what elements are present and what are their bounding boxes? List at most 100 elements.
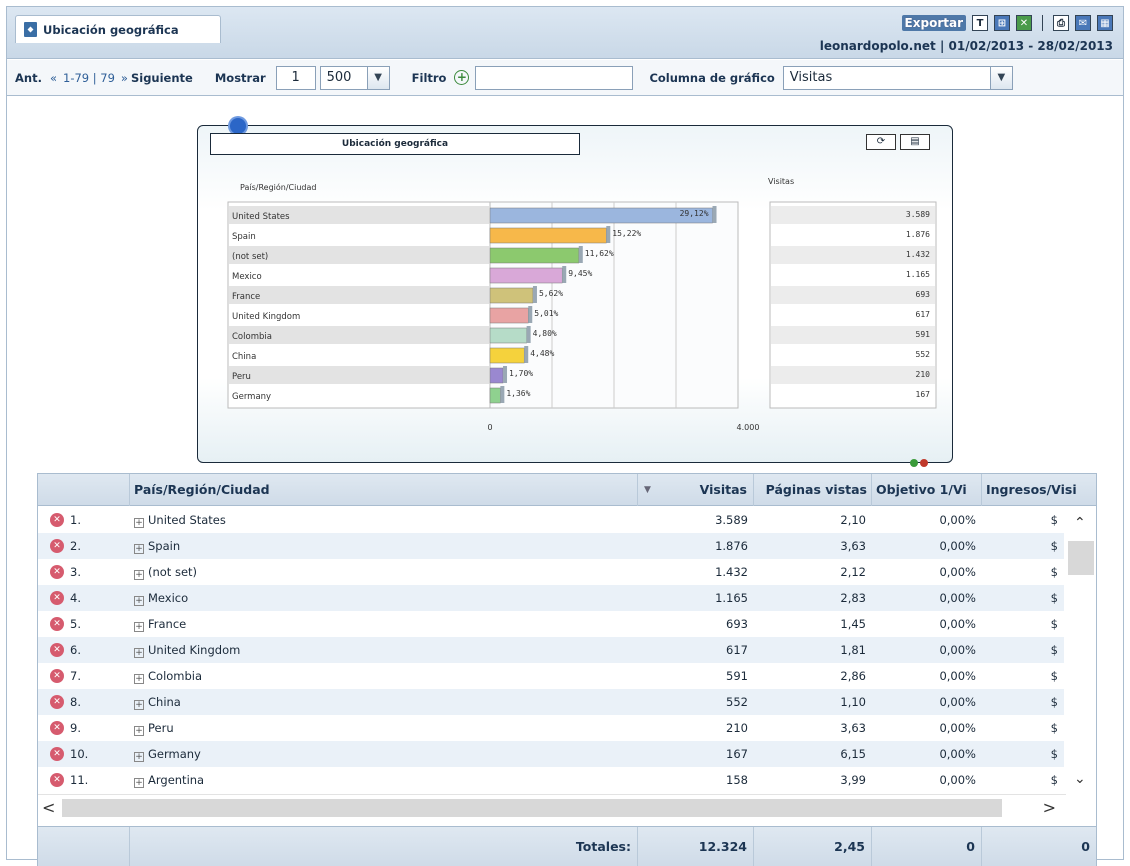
row-revenue: $: [1050, 643, 1058, 657]
bar: [489, 347, 525, 364]
remove-row-icon[interactable]: ✕: [50, 695, 64, 709]
expand-icon[interactable]: +: [134, 622, 144, 632]
value-band: [771, 326, 935, 344]
expand-icon[interactable]: +: [134, 596, 144, 606]
table-row[interactable]: ✕ 6. + United Kingdom 617 1,81 0,00% $: [38, 637, 1064, 663]
table-row[interactable]: ✕ 11. + Argentina 158 3,99 0,00% $: [38, 767, 1064, 793]
header-revenue[interactable]: Ingresos/Visi: [982, 474, 1096, 506]
print-icon[interactable]: ⎙: [1053, 15, 1069, 31]
row-pageviews: 3,99: [840, 773, 866, 787]
table-row[interactable]: ✕ 9. + Peru 210 3,63 0,00% $: [38, 715, 1064, 741]
row-index: 4.: [70, 591, 81, 605]
add-filter-icon[interactable]: +: [454, 70, 470, 85]
expand-icon[interactable]: +: [134, 752, 144, 762]
row-revenue: $: [1050, 773, 1058, 787]
table-body: ✕ 1. + United States 3.589 2,10 0,00% $ ✕ 2. + Spai…: [38, 507, 1064, 793]
scroll-left-icon[interactable]: <: [42, 798, 55, 817]
category-label: Spain: [232, 232, 256, 242]
table-row[interactable]: ✕ 5. + France 693 1,45 0,00% $: [38, 611, 1064, 637]
export-csv-icon[interactable]: ⊞: [994, 15, 1010, 31]
remove-row-icon[interactable]: ✕: [50, 513, 64, 527]
remove-row-icon[interactable]: ✕: [50, 669, 64, 683]
remove-row-icon[interactable]: ✕: [50, 539, 64, 553]
next-button[interactable]: Siguiente: [131, 71, 193, 85]
expand-icon[interactable]: +: [134, 518, 144, 528]
table-row[interactable]: ✕ 4. + Mexico 1.165 2,83 0,00% $: [38, 585, 1064, 611]
table-row[interactable]: ✕ 1. + United States 3.589 2,10 0,00% $: [38, 507, 1064, 533]
header-pageviews[interactable]: Páginas vistas: [754, 474, 872, 506]
prev-arrows[interactable]: «: [50, 71, 57, 85]
chart-column-select[interactable]: Visitas: [782, 65, 991, 90]
remove-row-icon[interactable]: ✕: [50, 773, 64, 787]
row-country[interactable]: + Colombia: [134, 663, 634, 689]
filter-input[interactable]: [475, 65, 634, 90]
row-country[interactable]: + Mexico: [134, 585, 634, 611]
percent-label: 29,12%: [680, 209, 709, 218]
row-country[interactable]: + (not set): [134, 559, 634, 585]
row-pageviews: 3,63: [840, 539, 866, 553]
expand-icon[interactable]: +: [134, 570, 144, 580]
bar-edge: [532, 286, 537, 303]
header-visits[interactable]: ▼ Visitas: [638, 474, 754, 506]
category-label: Peru: [232, 372, 251, 382]
bar-edge: [500, 386, 505, 403]
remove-row-icon[interactable]: ✕: [50, 643, 64, 657]
totals-revenue: 0: [1081, 839, 1090, 854]
scroll-up-icon[interactable]: ⌃: [1074, 515, 1086, 531]
report-tab[interactable]: Ubicación geográfica: [15, 15, 221, 43]
row-country[interactable]: + Peru: [134, 715, 634, 741]
row-pageviews: 3,63: [840, 721, 866, 735]
remove-row-icon[interactable]: ✕: [50, 591, 64, 605]
scroll-right-icon[interactable]: >: [1043, 798, 1056, 817]
chevron-down-icon[interactable]: ▼: [990, 65, 1013, 90]
bar-edge: [524, 346, 529, 363]
show-count-select[interactable]: 500: [319, 65, 368, 90]
table-row[interactable]: ✕ 7. + Colombia 591 2,86 0,00% $: [38, 663, 1064, 689]
scroll-thumb[interactable]: [1068, 541, 1094, 575]
email-icon[interactable]: ✉: [1075, 15, 1091, 31]
table-row[interactable]: ✕ 2. + Spain 1.876 3,63 0,00% $: [38, 533, 1064, 559]
row-goal: 0,00%: [939, 669, 976, 683]
expand-icon[interactable]: +: [134, 726, 144, 736]
expand-icon[interactable]: +: [134, 778, 144, 788]
row-country[interactable]: + China: [134, 689, 634, 715]
vertical-scrollbar[interactable]: ⌃ ⌄: [1066, 507, 1096, 793]
row-country[interactable]: + Spain: [134, 533, 634, 559]
totals-label: Totales:: [130, 827, 638, 866]
value-label: 693: [916, 290, 931, 299]
value-label: 591: [916, 330, 931, 339]
percent-label: 15,22%: [612, 229, 641, 238]
row-country[interactable]: + United States: [134, 507, 634, 533]
dashboard-icon[interactable]: ▦: [1097, 15, 1113, 31]
remove-row-icon[interactable]: ✕: [50, 617, 64, 631]
remove-row-icon[interactable]: ✕: [50, 565, 64, 579]
remove-row-icon[interactable]: ✕: [50, 747, 64, 761]
category-label: United States: [232, 212, 290, 222]
header-goal[interactable]: Objetivo 1/Vi: [872, 474, 982, 506]
row-country-label: Colombia: [148, 669, 203, 683]
export-text-icon[interactable]: T: [972, 15, 988, 31]
prev-button[interactable]: Ant.: [15, 71, 42, 85]
next-arrows[interactable]: »: [121, 71, 128, 85]
remove-row-icon[interactable]: ✕: [50, 721, 64, 735]
show-from-input[interactable]: 1: [275, 65, 316, 90]
scroll-down-icon[interactable]: ⌄: [1074, 771, 1086, 787]
expand-icon[interactable]: +: [134, 544, 144, 554]
row-country[interactable]: + Argentina: [134, 767, 634, 793]
table-row[interactable]: ✕ 3. + (not set) 1.432 2,12 0,00% $: [38, 559, 1064, 585]
expand-icon[interactable]: +: [134, 674, 144, 684]
row-country[interactable]: + Germany: [134, 741, 634, 767]
header-country[interactable]: País/Región/Ciudad: [130, 474, 638, 506]
expand-icon[interactable]: +: [134, 700, 144, 710]
scroll-track[interactable]: [62, 799, 1002, 817]
export-excel-icon[interactable]: ✕: [1016, 15, 1032, 31]
row-goal: 0,00%: [939, 617, 976, 631]
horizontal-scrollbar[interactable]: < >: [38, 794, 1066, 820]
expand-icon[interactable]: +: [134, 648, 144, 658]
row-goal: 0,00%: [939, 565, 976, 579]
row-country[interactable]: + France: [134, 611, 634, 637]
table-row[interactable]: ✕ 8. + China 552 1,10 0,00% $: [38, 689, 1064, 715]
table-row[interactable]: ✕ 10. + Germany 167 6,15 0,00% $: [38, 741, 1064, 767]
chevron-down-icon[interactable]: ▼: [367, 65, 390, 90]
row-country[interactable]: + United Kingdom: [134, 637, 634, 663]
